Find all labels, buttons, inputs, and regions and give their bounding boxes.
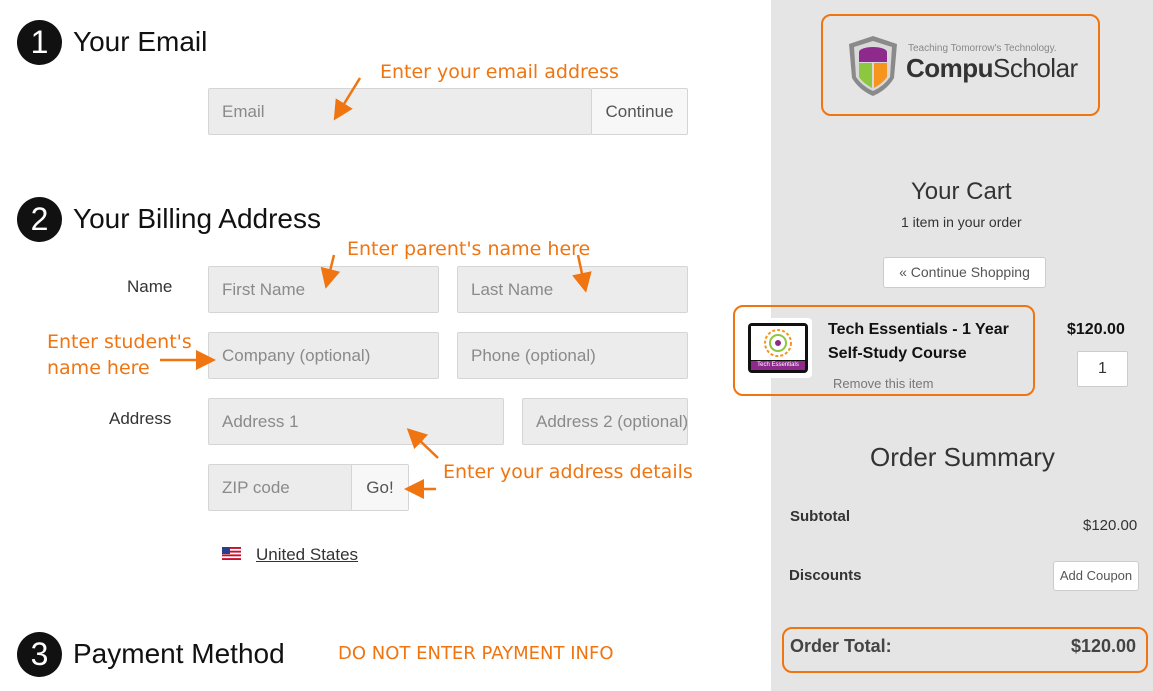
order-total-value: $120.00 [1071,636,1137,656]
double-chevron-left-icon: « [899,264,907,280]
subtotal-value: $120.00 [1083,517,1138,534]
remove-item-link[interactable]: Remove this item [833,376,933,391]
last-name-arrow [572,254,592,293]
subtotal-label: Subtotal [790,508,850,525]
logo-brand-part2: Scholar [993,53,1078,83]
tech-essentials-badge-icon [764,329,792,357]
annotation-arrows [160,77,592,499]
logo-wordmark: CompuScholar [906,53,1078,84]
thumbnail-screen: Tech Essentials [748,323,808,373]
cart-item-thumbnail: Tech Essentials [744,318,812,378]
compuscholar-shield-icon [847,34,899,98]
order-total-label: Order Total: [790,636,892,656]
add-coupon-button[interactable]: Add Coupon [1053,561,1139,591]
cart-title: Your Cart [911,178,1012,205]
order-summary-title: Order Summary [870,442,1055,472]
thumbnail-label: Tech Essentials [751,361,805,370]
email-arrow [333,77,362,121]
logo-brand-part1: Compu [906,53,994,83]
quantity-input[interactable]: 1 [1077,351,1128,387]
cart-item-count: 1 item in your order [901,214,1022,230]
continue-shopping-button[interactable]: « Continue Shopping [883,257,1046,288]
address-arrow [406,428,439,459]
cart-item-name-line1: Tech Essentials - 1 Year [828,321,1009,338]
continue-shopping-label: Continue Shopping [910,264,1030,280]
discounts-label: Discounts [789,567,862,584]
cart-item-name-line2: Self-Study Course [828,345,967,362]
thumbnail-screen-inner [751,326,805,360]
cart-item-price: $120.00 [1067,321,1125,338]
first-name-arrow [320,254,341,289]
